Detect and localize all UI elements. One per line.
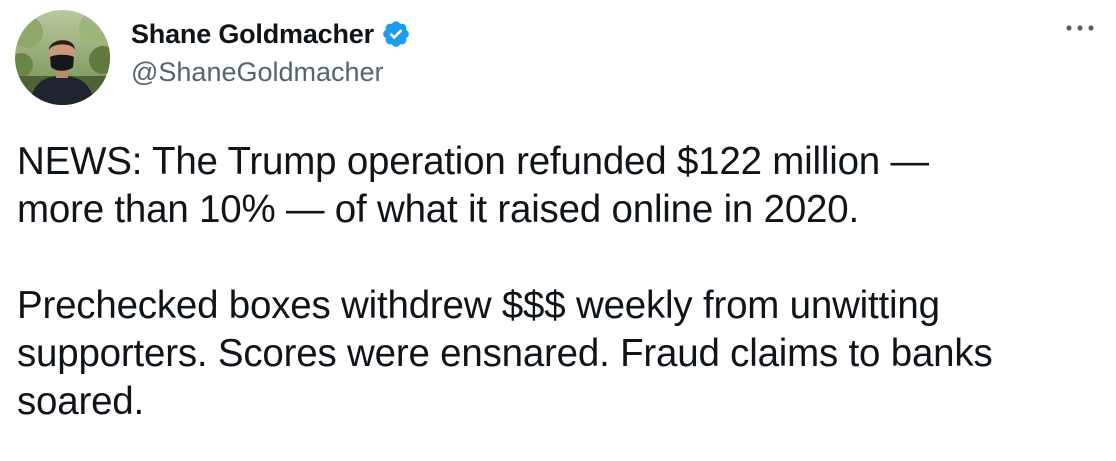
tweet-paragraph: NEWS: The Trump operation refunded $122 … xyxy=(17,140,929,231)
handle[interactable]: @ShaneGoldmacher xyxy=(131,57,411,88)
tweet-paragraph: Prechecked boxes withdrew $$$ weekly fro… xyxy=(17,284,993,423)
avatar[interactable] xyxy=(15,10,110,105)
author-block: Shane Goldmacher @ShaneGoldmacher xyxy=(131,17,411,88)
display-name[interactable]: Shane Goldmacher xyxy=(131,19,374,50)
name-row: Shane Goldmacher xyxy=(131,17,411,51)
tweet-card: Shane Goldmacher @ShaneGoldmacher NEWS: … xyxy=(0,0,1116,461)
avatar-photo xyxy=(15,10,110,105)
tweet-text: NEWS: The Trump operation refunded $122 … xyxy=(17,138,1102,426)
more-options-icon xyxy=(1066,25,1094,31)
verified-badge-icon xyxy=(381,19,411,49)
more-options-button[interactable] xyxy=(1062,16,1098,40)
